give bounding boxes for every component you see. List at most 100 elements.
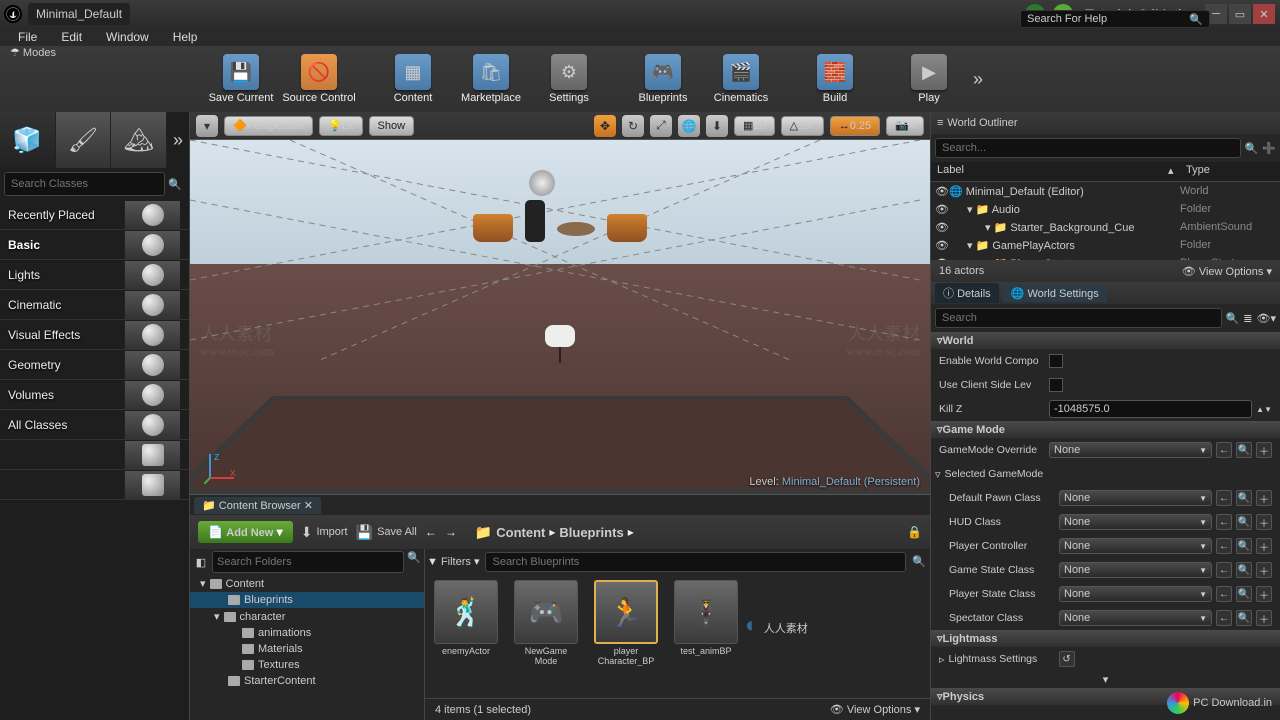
save-all-button[interactable]: 💾Save All <box>356 524 417 541</box>
add-icon[interactable]: ＋ <box>1256 562 1272 578</box>
surface-snap-icon[interactable]: ⬇ <box>706 115 728 137</box>
browse-icon[interactable]: 🔍 <box>1236 514 1252 530</box>
transform-rotate-icon[interactable]: ↻ <box>622 115 644 137</box>
prev-icon[interactable]: ← <box>1216 514 1232 530</box>
expand-icon[interactable]: ▾ <box>931 671 1280 688</box>
search-icon[interactable]: 🔍 <box>1226 312 1240 325</box>
outliner-col-label[interactable]: Label <box>931 162 1162 181</box>
add-new-button[interactable]: 📄 Add New ▾ <box>198 521 293 543</box>
checkbox[interactable] <box>1049 354 1063 368</box>
search-icon[interactable]: 🔍 <box>1245 142 1259 155</box>
outliner-view-options[interactable]: 👁 View Options ▾ <box>1182 265 1272 278</box>
import-button[interactable]: ⬇Import <box>301 524 348 541</box>
prev-icon[interactable]: ← <box>1216 442 1232 458</box>
search-folders-input[interactable] <box>212 551 404 573</box>
prop-lightmass-settings[interactable]: ▹Lightmass Settings↺ <box>931 647 1280 671</box>
history-back-button[interactable]: ← <box>425 525 437 539</box>
menu-edit[interactable]: Edit <box>49 30 94 44</box>
browse-icon[interactable]: 🔍 <box>1236 442 1252 458</box>
toolbar-content[interactable]: ▦Content <box>382 49 444 109</box>
prev-icon[interactable]: ← <box>1216 586 1232 602</box>
view-options-button[interactable]: 👁 View Options ▾ <box>830 703 920 716</box>
folder-content[interactable]: ▾Content <box>190 575 424 592</box>
folder-materials[interactable]: Materials <box>190 641 424 657</box>
coord-space-icon[interactable]: 🌐 <box>678 115 700 137</box>
category-lights[interactable]: Lights <box>0 260 189 290</box>
world-outliner-header[interactable]: ≡ World Outliner <box>931 112 1280 134</box>
toolbar-build[interactable]: 🧱Build <box>804 49 866 109</box>
help-search-input[interactable]: Search For Help 🔍 <box>1020 10 1210 28</box>
details-search-input[interactable] <box>935 308 1222 328</box>
add-icon[interactable]: ＋ <box>1256 514 1272 530</box>
outliner-row[interactable]: 👁▾ 📁 AudioFolder <box>931 200 1280 218</box>
gamemode-override-dropdown[interactable]: None▼ <box>1049 442 1212 458</box>
search-icon[interactable]: 🔍 <box>912 555 928 568</box>
placeable-actor[interactable] <box>0 470 189 500</box>
checkbox[interactable] <box>1049 378 1063 392</box>
tab-world-settings[interactable]: 🌐 World Settings <box>1003 285 1107 302</box>
toolbar-save-current[interactable]: 💾Save Current <box>210 49 272 109</box>
add-icon[interactable]: ＋ <box>1256 610 1272 626</box>
dropdown[interactable]: None▼ <box>1059 490 1212 506</box>
category-gamemode[interactable]: ▿ Game Mode <box>931 421 1280 438</box>
category-visual-effects[interactable]: Visual Effects <box>0 320 189 350</box>
asset-playerCharacter_BP[interactable]: 🏃playerCharacter_BP <box>591 580 661 666</box>
search-icon[interactable]: 🔍 <box>406 551 422 573</box>
text-input[interactable] <box>1049 400 1252 418</box>
transform-move-icon[interactable]: ✥ <box>594 115 616 137</box>
category-recently-placed[interactable]: Recently Placed <box>0 200 189 230</box>
breadcrumb[interactable]: 📁Content ▸ Blueprints ▸ <box>475 524 634 541</box>
details-eye-icon[interactable]: 👁▾ <box>1257 312 1277 325</box>
add-icon[interactable]: ＋ <box>1256 442 1272 458</box>
add-icon[interactable]: ＋ <box>1256 538 1272 554</box>
asset-test_animBP[interactable]: 🕴test_animBP <box>671 580 741 666</box>
transform-scale-icon[interactable]: ⤢ <box>650 115 672 137</box>
outliner-col-type[interactable]: Type <box>1180 162 1280 181</box>
folder-character[interactable]: ▾character <box>190 608 424 625</box>
grid-snap[interactable]: ▦ 10 <box>734 116 775 136</box>
prev-icon[interactable]: ← <box>1216 562 1232 578</box>
camera-speed[interactable]: 📷 4 <box>886 116 924 136</box>
mode-place-icon[interactable]: 🧊 <box>0 112 56 168</box>
toolbar-blueprints[interactable]: 🎮Blueprints <box>632 49 694 109</box>
menu-help[interactable]: Help <box>161 30 210 44</box>
viewport-perspective[interactable]: 🔶 Perspective <box>224 116 313 136</box>
category-cinematic[interactable]: Cinematic <box>0 290 189 320</box>
outliner-row[interactable]: 👁🌐 Minimal_Default (Editor)World <box>931 182 1280 200</box>
add-icon[interactable]: ＋ <box>1256 586 1272 602</box>
add-filter-icon[interactable]: ➕ <box>1262 142 1276 155</box>
category-geometry[interactable]: Geometry <box>0 350 189 380</box>
folder-textures[interactable]: Textures <box>190 657 424 673</box>
toolbar-marketplace[interactable]: 🛍Marketplace <box>460 49 522 109</box>
dropdown[interactable]: None▼ <box>1059 538 1212 554</box>
toolbar-overflow-icon[interactable]: » <box>968 69 988 90</box>
toolbar-source-control[interactable]: 🚫Source Control <box>288 49 350 109</box>
outliner-row[interactable]: 👁▾ 📁 Starter_Background_CueAmbientSound <box>931 218 1280 236</box>
folder-blueprints[interactable]: Blueprints <box>190 592 424 608</box>
prop-selected-gamemode[interactable]: ▿ Selected GameMode <box>931 462 1280 486</box>
viewport-lit[interactable]: 💡 Lit <box>319 116 362 136</box>
modes-overflow-icon[interactable]: » <box>167 112 189 168</box>
lock-icon[interactable]: 🔒 <box>907 525 922 539</box>
category-volumes[interactable]: Volumes <box>0 380 189 410</box>
close-button[interactable]: ✕ <box>1253 4 1275 24</box>
search-classes-input[interactable] <box>4 172 165 196</box>
outliner-row[interactable]: 👁▾ 📁 GamePlayActorsFolder <box>931 236 1280 254</box>
level-tab[interactable]: Minimal_Default <box>28 3 130 25</box>
toolbar-settings[interactable]: ⚙Settings <box>538 49 600 109</box>
mode-paint-icon[interactable]: 🖌 <box>56 112 112 168</box>
outliner-search-input[interactable] <box>935 138 1241 158</box>
dropdown[interactable]: None▼ <box>1059 514 1212 530</box>
maximize-button[interactable]: ▭ <box>1229 4 1251 24</box>
mode-landscape-icon[interactable]: 🏔 <box>111 112 167 168</box>
prev-icon[interactable]: ← <box>1216 490 1232 506</box>
category-basic[interactable]: Basic <box>0 230 189 260</box>
toolbar-cinematics[interactable]: 🎬Cinematics <box>710 49 772 109</box>
scale-snap[interactable]: ↔ 0.25 <box>830 116 880 136</box>
category-all-classes[interactable]: All Classes <box>0 410 189 440</box>
viewport-show[interactable]: Show <box>369 116 415 136</box>
category-world[interactable]: ▿ World <box>931 332 1280 349</box>
toolbar-play[interactable]: ▶Play <box>898 49 960 109</box>
browse-icon[interactable]: 🔍 <box>1236 538 1252 554</box>
browse-icon[interactable]: 🔍 <box>1236 490 1252 506</box>
